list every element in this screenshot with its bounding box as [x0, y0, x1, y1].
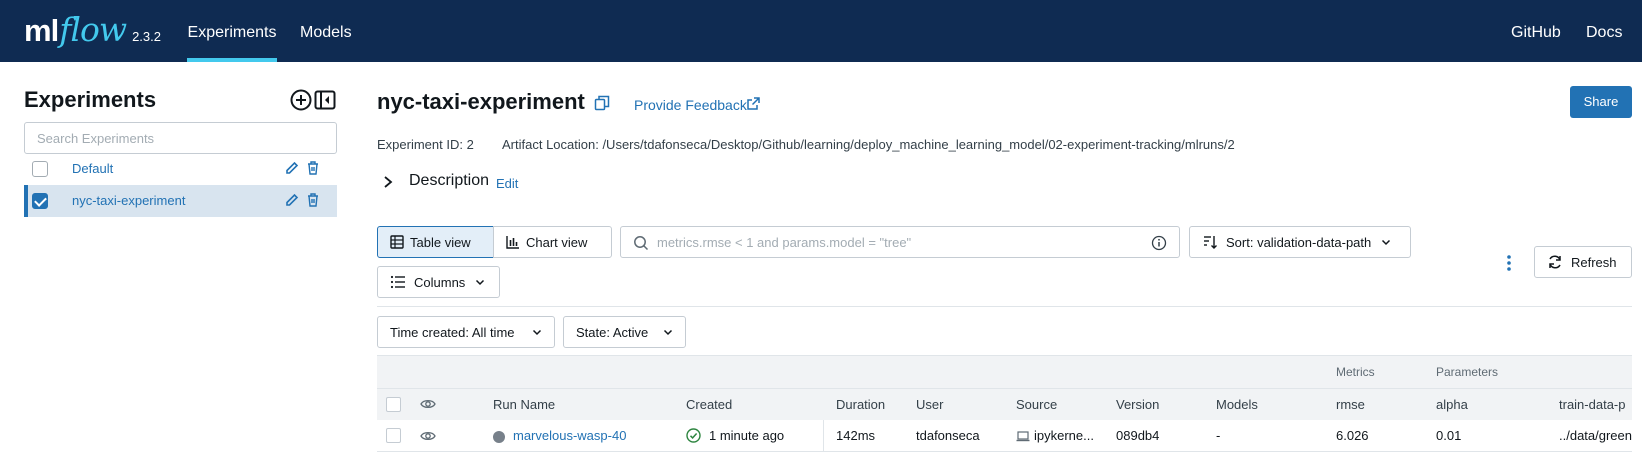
run-name-link[interactable]: marvelous-wasp-40 — [513, 428, 626, 443]
row-checkbox[interactable] — [386, 428, 401, 443]
experiment-name[interactable]: nyc-taxi-experiment — [72, 193, 185, 208]
refresh-button[interactable]: Refresh — [1534, 246, 1632, 278]
filter-placeholder: metrics.rmse < 1 and params.model = "tre… — [657, 235, 912, 250]
table-row[interactable]: marvelous-wasp-40 1 minute ago 142ms tda… — [377, 420, 1632, 452]
refresh-icon — [1549, 255, 1561, 269]
run-alpha: 0.01 — [1436, 428, 1462, 443]
table-icon — [390, 235, 404, 249]
nav-github[interactable]: GitHub — [1511, 0, 1561, 62]
column-version[interactable]: Version — [1116, 397, 1159, 412]
info-icon[interactable] — [1151, 235, 1167, 251]
column-run-name[interactable]: Run Name — [493, 397, 555, 412]
share-button[interactable]: Share — [1570, 86, 1632, 118]
run-source[interactable]: ipykerne... — [1034, 428, 1094, 443]
provide-feedback-link[interactable]: Provide Feedback — [634, 97, 747, 113]
copy-icon[interactable] — [594, 95, 610, 111]
table-view-toggle[interactable]: Table view — [377, 226, 494, 258]
run-version: 089db4 — [1116, 428, 1160, 443]
nav-experiments[interactable]: Experiments — [187, 0, 277, 62]
chevron-down-icon — [663, 329, 673, 336]
sort-icon — [1204, 236, 1217, 249]
columns-dropdown[interactable]: Columns — [377, 266, 500, 298]
column-user[interactable]: User — [916, 397, 943, 412]
search-experiments-input[interactable] — [24, 122, 337, 154]
experiment-checkbox[interactable] — [32, 193, 48, 209]
state-filter[interactable]: State: Active — [563, 316, 686, 348]
experiment-checkbox[interactable] — [32, 161, 48, 177]
parameters-group-header: Parameters — [1436, 365, 1499, 379]
nav-models[interactable]: Models — [300, 0, 352, 62]
external-link-icon[interactable] — [746, 96, 761, 111]
eye-icon[interactable] — [420, 429, 436, 443]
sidebar-title: Experiments — [24, 87, 157, 112]
delete-icon[interactable] — [306, 160, 320, 176]
column-train-data-path[interactable]: train-data-p — [1559, 397, 1625, 412]
eye-icon[interactable] — [420, 397, 436, 411]
chart-icon — [506, 236, 519, 249]
notebook-icon — [1016, 431, 1030, 442]
run-user: tdafonseca — [916, 428, 980, 443]
time-created-label: Time created: All time — [390, 324, 515, 340]
runs-table-header: Metrics Parameters Run Name Created Dura… — [377, 355, 1632, 420]
nav-docs[interactable]: Docs — [1586, 0, 1622, 62]
run-train-data-path: ../data/green — [1559, 428, 1632, 443]
run-created: 1 minute ago — [709, 428, 785, 443]
chevron-down-icon — [1382, 239, 1391, 246]
metrics-group-header: Metrics — [1336, 365, 1375, 379]
add-experiment-icon[interactable] — [290, 89, 312, 111]
description-label[interactable]: Description — [409, 172, 489, 190]
run-models: - — [1216, 428, 1221, 443]
top-navbar: ml flow 2.3.2 Experiments Models GitHub … — [0, 0, 1642, 62]
toolbar-divider — [377, 306, 1632, 307]
experiment-id: Experiment ID: 2 — [377, 137, 474, 152]
success-status-icon — [686, 428, 701, 443]
chevron-right-icon[interactable] — [382, 175, 394, 189]
list-icon — [390, 275, 405, 289]
column-alpha[interactable]: alpha — [1436, 397, 1468, 412]
select-all-checkbox[interactable] — [386, 397, 401, 412]
column-created[interactable]: Created — [686, 397, 732, 412]
refresh-label: Refresh — [1571, 254, 1617, 270]
column-rmse[interactable]: rmse — [1336, 397, 1365, 412]
experiment-item-default[interactable]: Default — [24, 153, 337, 185]
collapse-sidebar-icon[interactable] — [314, 89, 336, 111]
logo-ml-text: ml — [24, 13, 59, 48]
version-label: 2.3.2 — [132, 29, 161, 44]
column-divider — [823, 420, 824, 452]
chevron-down-icon — [532, 329, 542, 336]
run-filter-input[interactable]: metrics.rmse < 1 and params.model = "tre… — [620, 226, 1180, 258]
run-duration: 142ms — [836, 428, 876, 443]
experiment-item-nyc-taxi[interactable]: nyc-taxi-experiment — [24, 185, 337, 217]
chevron-down-icon — [476, 279, 485, 286]
columns-label: Columns — [414, 274, 466, 290]
run-color-dot — [493, 431, 505, 443]
column-source[interactable]: Source — [1016, 397, 1057, 412]
edit-icon[interactable] — [284, 160, 300, 176]
delete-icon[interactable] — [306, 192, 320, 208]
state-label: State: Active — [576, 324, 649, 340]
column-duration[interactable]: Duration — [836, 397, 885, 412]
chart-view-toggle[interactable]: Chart view — [493, 226, 612, 258]
artifact-location: Artifact Location: /Users/tdafonseca/Des… — [502, 137, 1235, 152]
sort-dropdown[interactable]: Sort: validation-data-path — [1189, 226, 1411, 258]
chart-view-label: Chart view — [526, 234, 588, 250]
description-edit-link[interactable]: Edit — [496, 176, 518, 191]
search-icon — [634, 236, 649, 251]
mlflow-logo[interactable]: ml flow 2.3.2 — [24, 10, 161, 50]
edit-icon[interactable] — [284, 192, 300, 208]
sort-label: Sort: validation-data-path — [1226, 234, 1372, 250]
column-models[interactable]: Models — [1216, 397, 1258, 412]
experiment-name[interactable]: Default — [72, 161, 113, 176]
run-rmse: 6.026 — [1336, 428, 1369, 443]
header-divider — [377, 388, 1632, 389]
page-title: nyc-taxi-experiment — [377, 89, 585, 114]
logo-flow-text: flow — [59, 10, 127, 49]
table-view-label: Table view — [410, 234, 471, 250]
time-created-filter[interactable]: Time created: All time — [377, 316, 555, 348]
overflow-menu-icon[interactable] — [1506, 254, 1512, 272]
